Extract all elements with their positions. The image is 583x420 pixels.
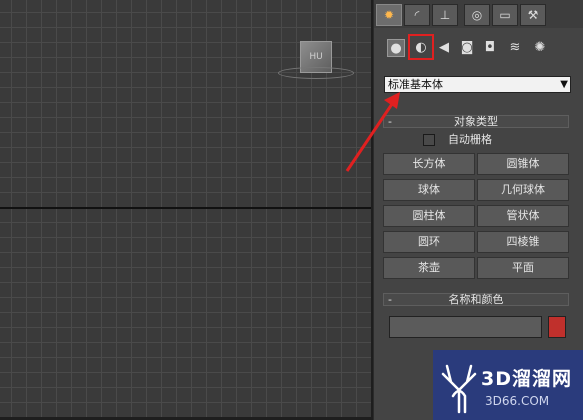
- collapse-toggle[interactable]: -: [388, 116, 392, 127]
- geometry-icon[interactable]: ●: [387, 39, 405, 57]
- viewport-perspective[interactable]: HU: [0, 0, 373, 420]
- autogrid-checkbox[interactable]: [423, 134, 435, 146]
- geosphere-button[interactable]: 几何球体: [477, 179, 569, 201]
- watermark-title: 3D溜溜网: [481, 368, 572, 390]
- motion-icon: ◎: [471, 8, 483, 22]
- utilities-icon: ⚒: [527, 8, 539, 22]
- deer-logo-icon: [441, 364, 477, 414]
- highlight-box: [408, 34, 434, 60]
- hierarchy-icon: ⊥: [439, 8, 451, 22]
- modify-icon: ◜: [414, 8, 420, 22]
- watermark: 3D溜溜网 3D66.COM: [433, 350, 583, 420]
- display-icon: ▭: [499, 8, 511, 22]
- cone-button[interactable]: 圆锥体: [477, 153, 569, 175]
- plane-button[interactable]: 平面: [477, 257, 569, 279]
- tab-utilities[interactable]: ⚒: [520, 4, 546, 26]
- object-color-swatch[interactable]: [548, 316, 566, 338]
- viewport-border: [371, 0, 373, 420]
- name-color-rollout-header[interactable]: - 名称和颜色: [383, 293, 569, 306]
- create-category-bar: ● ◐ ◀ ◙ ◘ ≋ ✺: [374, 36, 583, 60]
- cameras-icon[interactable]: ◙: [458, 39, 476, 57]
- sphere-button[interactable]: 球体: [383, 179, 475, 201]
- watermark-subtitle: 3D66.COM: [485, 394, 550, 408]
- pyramid-button[interactable]: 四棱锥: [477, 231, 569, 253]
- dropdown-value: 标准基本体: [388, 78, 443, 91]
- object-type-rollout-header[interactable]: - 对象类型: [383, 115, 569, 128]
- tube-button[interactable]: 管状体: [477, 205, 569, 227]
- viewport-axis-line: [0, 207, 373, 209]
- autogrid-label: 自动栅格: [448, 133, 492, 146]
- viewcube-ring[interactable]: [278, 67, 354, 79]
- tab-modify[interactable]: ◜: [404, 4, 430, 26]
- tab-create[interactable]: ✹: [376, 4, 402, 26]
- command-panel-tabs: ✹ ◜ ⊥ ◎ ▭ ⚒: [374, 0, 583, 28]
- space-warps-icon[interactable]: ≋: [506, 39, 524, 57]
- object-name-input[interactable]: [389, 316, 542, 338]
- cylinder-button[interactable]: 圆柱体: [383, 205, 475, 227]
- primitive-type-dropdown[interactable]: 标准基本体 ▼: [384, 76, 571, 93]
- helpers-icon[interactable]: ◘: [481, 39, 499, 57]
- teapot-button[interactable]: 茶壶: [383, 257, 475, 279]
- systems-icon[interactable]: ✺: [531, 39, 549, 57]
- lights-icon[interactable]: ◀: [435, 39, 453, 57]
- tab-motion[interactable]: ◎: [464, 4, 490, 26]
- create-icon: ✹: [383, 8, 395, 22]
- rollout-title: 对象类型: [454, 115, 498, 128]
- tab-hierarchy[interactable]: ⊥: [432, 4, 458, 26]
- chevron-down-icon: ▼: [560, 79, 568, 90]
- box-button[interactable]: 长方体: [383, 153, 475, 175]
- torus-button[interactable]: 圆环: [383, 231, 475, 253]
- rollout-title: 名称和颜色: [448, 293, 504, 306]
- collapse-toggle[interactable]: -: [388, 294, 392, 305]
- tab-display[interactable]: ▭: [492, 4, 518, 26]
